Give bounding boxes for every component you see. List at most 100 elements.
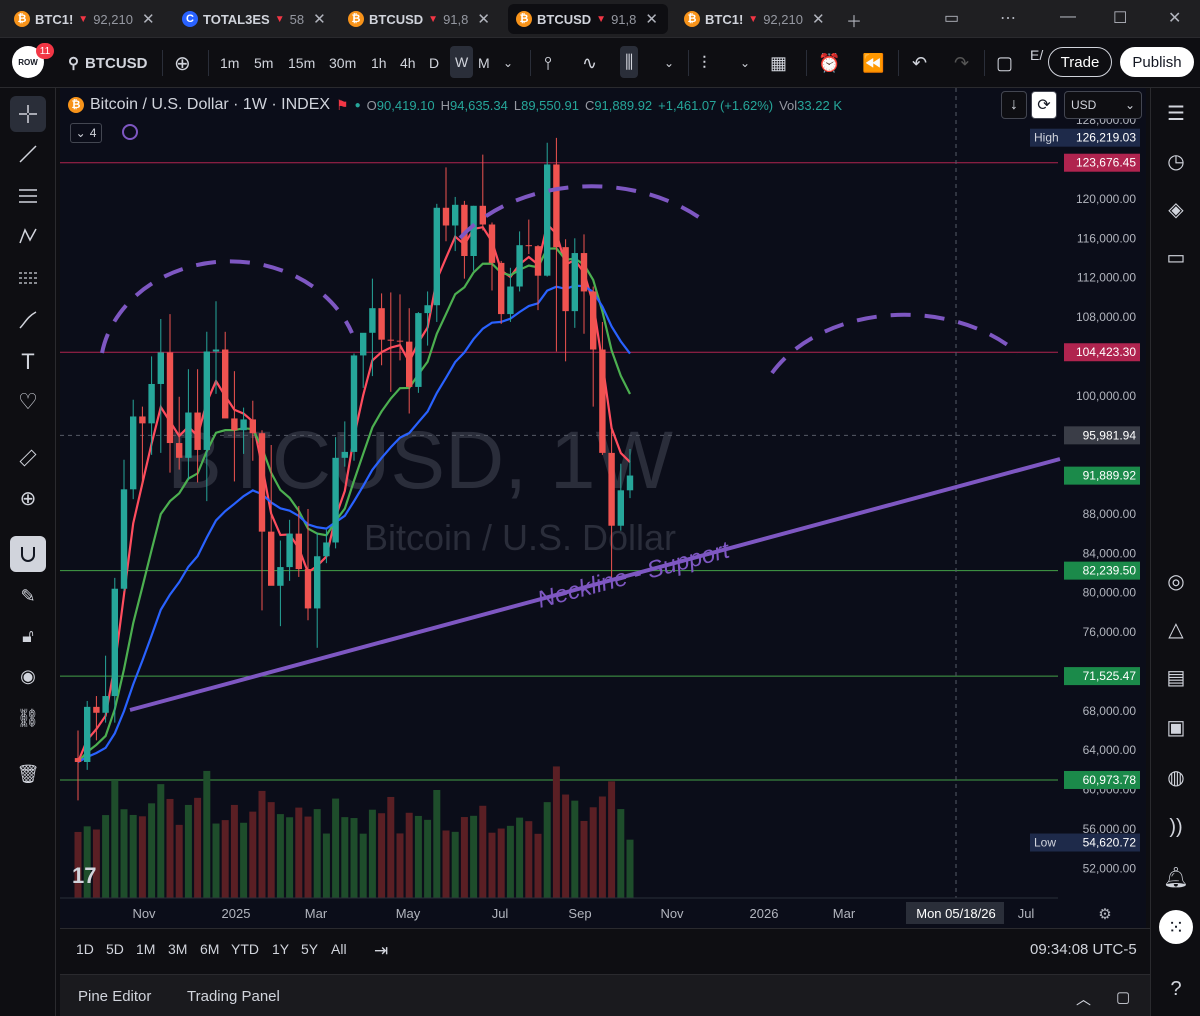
candle-body[interactable] (360, 332, 367, 356)
magnet-icon[interactable] (10, 536, 46, 572)
candle-body[interactable] (212, 349, 220, 352)
lock-icon[interactable]: 🔓︎ (10, 618, 46, 654)
redo-icon[interactable]: ↷ (954, 38, 969, 88)
right-shoulder-arc[interactable] (770, 312, 1020, 375)
candle-body[interactable] (203, 351, 210, 450)
candle-body[interactable] (470, 205, 477, 257)
candle-body[interactable] (120, 489, 128, 589)
range-3m[interactable]: 3M (168, 941, 187, 957)
candles-icon[interactable]: ⫼ (620, 46, 639, 78)
close-tab-icon[interactable]: ✕ (313, 10, 326, 28)
trade-button[interactable]: Trade (1048, 47, 1112, 77)
candle-body[interactable] (139, 416, 146, 424)
more-icon[interactable]: ⋯ (1000, 8, 1016, 28)
globe-icon[interactable]: ◍ (1159, 760, 1193, 794)
candle-body[interactable] (341, 451, 348, 458)
candle-body[interactable] (74, 758, 82, 762)
candle-body[interactable] (130, 416, 137, 490)
candle-body[interactable] (157, 352, 164, 384)
candle-body[interactable] (442, 207, 450, 226)
candle-body[interactable] (249, 419, 256, 434)
help-icon[interactable]: ? (1159, 972, 1193, 1006)
ideas-icon[interactable]: △ (1159, 612, 1193, 646)
text-icon[interactable]: T (10, 344, 46, 380)
prediction-icon[interactable] (10, 260, 46, 296)
browser-tab[interactable]: ₿ BTCUSD ▼ 91,8 ✕ (508, 4, 668, 34)
symbol-search[interactable]: ⚲ BTCUSD (68, 38, 148, 88)
candle-body[interactable] (562, 247, 569, 312)
replay-icon[interactable]: ⏪ (862, 38, 884, 88)
publish-button[interactable]: Publish (1120, 47, 1194, 77)
candle-body[interactable] (332, 457, 339, 543)
interval-w[interactable]: W (450, 46, 474, 78)
chevron-down-icon[interactable]: ⌄ (740, 38, 750, 88)
candle-body[interactable] (102, 696, 109, 713)
eye-icon[interactable]: ◉ (10, 658, 46, 694)
browser-tab[interactable]: ₿ BTC1! ▼ 92,210 ✕ (6, 4, 166, 34)
bar-replay-icon[interactable]: ⫯ (544, 38, 552, 88)
candle-body[interactable] (608, 452, 615, 526)
apps-icon[interactable]: ⁙ (1159, 910, 1193, 944)
candle-body[interactable] (258, 433, 266, 532)
fib-icon[interactable] (10, 178, 46, 214)
tab-pine-editor[interactable]: Pine Editor (78, 988, 151, 1005)
link-icon[interactable]: ⛓︎ (10, 700, 46, 736)
news-icon[interactable]: ▣ (1159, 710, 1193, 744)
interval-1h[interactable]: 1h (371, 38, 387, 88)
candle-body[interactable] (544, 164, 551, 276)
candle-body[interactable] (617, 490, 624, 526)
candle-body[interactable] (194, 412, 201, 450)
candle-body[interactable] (479, 205, 486, 225)
close-tab-icon[interactable]: ✕ (142, 10, 155, 28)
indicator-settings-icon[interactable] (122, 124, 138, 140)
minimize-icon[interactable]: — (1060, 8, 1076, 26)
candle-body[interactable] (286, 533, 293, 568)
alert-icon[interactable]: ⏰ (818, 38, 840, 88)
range-6m[interactable]: 6M (200, 941, 219, 957)
candle-body[interactable] (553, 164, 560, 248)
price-chart[interactable]: BTCUSD, 1WBitcoin / U.S. DollarNeckline … (60, 88, 1146, 928)
left-shoulder-arc[interactable] (100, 259, 354, 354)
candle-body[interactable] (84, 706, 91, 762)
candle-body[interactable] (580, 253, 588, 292)
interval-1m[interactable]: 1m (220, 38, 239, 88)
interval-15m[interactable]: 15m (288, 38, 315, 88)
candle-body[interactable] (222, 349, 229, 419)
candle-body[interactable] (304, 569, 312, 609)
calendar-icon[interactable]: ▤ (1159, 660, 1193, 694)
currency-select[interactable]: USD ⌄ (1064, 91, 1142, 119)
close-window-icon[interactable]: ✕ (1168, 8, 1181, 28)
sync-icon[interactable]: ⟳ (1031, 91, 1057, 119)
alerts-clock-icon[interactable]: ◷ (1159, 144, 1193, 178)
candle-body[interactable] (534, 246, 542, 276)
range-1y[interactable]: 1Y (272, 941, 289, 957)
candle-body[interactable] (516, 245, 523, 287)
compass-icon[interactable]: ◎ (1159, 564, 1193, 598)
stream-icon[interactable]: )) (1159, 810, 1193, 844)
candle-body[interactable] (626, 475, 634, 491)
zoom-icon[interactable]: ⊕ (10, 480, 46, 516)
head-arc[interactable] (458, 184, 702, 240)
layout-icon[interactable]: ▭ (944, 8, 959, 28)
candle-body[interactable] (176, 443, 183, 458)
indicators-icon[interactable]: ⫶ (702, 38, 707, 88)
bell-icon[interactable]: 🔔︎ (1159, 860, 1193, 894)
candle-body[interactable] (185, 412, 192, 458)
tab-trading-panel[interactable]: Trading Panel (187, 988, 280, 1005)
candle-body[interactable] (166, 352, 174, 444)
undo-icon[interactable]: ↶ (912, 38, 927, 88)
lock-drawing-icon[interactable]: ✎ (10, 578, 46, 614)
candle-body[interactable] (268, 531, 275, 586)
candle-body[interactable] (488, 224, 496, 263)
trend-line-icon[interactable] (10, 136, 46, 172)
browser-tab[interactable]: ₿ BTC1! ▼ 92,210 ✕ (676, 4, 836, 34)
chart-settings-icon[interactable]: ⚙ (1098, 906, 1111, 923)
range-1m[interactable]: 1M (136, 941, 155, 957)
candle-body[interactable] (525, 245, 532, 247)
interval-4h[interactable]: 4h (400, 38, 416, 88)
chat-icon[interactable]: ▭ (1159, 240, 1193, 274)
trash-icon[interactable]: 🗑︎ (10, 756, 46, 792)
candle-body[interactable] (350, 355, 358, 452)
watchlist-icon[interactable]: ☰ (1159, 96, 1193, 130)
range-all[interactable]: All (331, 941, 347, 957)
